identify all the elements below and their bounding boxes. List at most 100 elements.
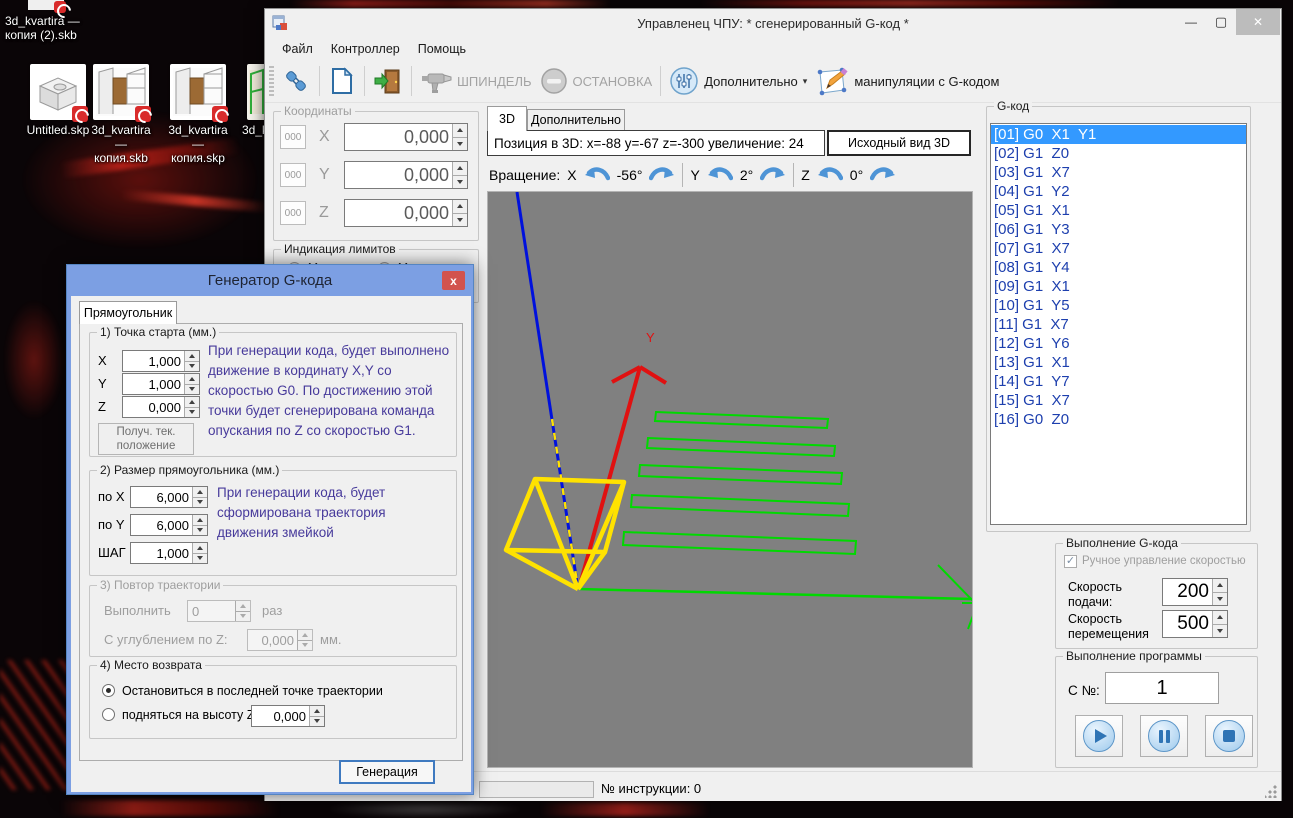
- spin-down-icon[interactable]: [193, 496, 207, 507]
- gcode-row[interactable]: [14] G1 Y7: [991, 372, 1246, 391]
- run-button[interactable]: [1075, 715, 1123, 757]
- new-file-button[interactable]: [324, 63, 360, 99]
- spin-up-icon[interactable]: [310, 706, 324, 716]
- minimize-button[interactable]: —: [1176, 9, 1206, 35]
- coord-z-spinner[interactable]: 0,000: [344, 199, 468, 227]
- spin-buttons[interactable]: [1212, 579, 1227, 605]
- rotate-ccw-icon[interactable]: [584, 165, 610, 185]
- spin-down-icon[interactable]: [453, 136, 467, 150]
- desktop-file-top[interactable]: 3d_kvartira — копия (2).skb: [2, 0, 92, 42]
- size-y-spinner[interactable]: 6,000: [130, 514, 208, 536]
- rotate-cw-icon[interactable]: [869, 165, 896, 185]
- gcode-row[interactable]: [13] G1 X1: [991, 353, 1246, 372]
- connect-button[interactable]: [277, 63, 315, 99]
- zero-x-button[interactable]: 000: [280, 125, 306, 149]
- spin-buttons[interactable]: [452, 162, 467, 188]
- move-speed-spinner[interactable]: 500: [1162, 610, 1228, 638]
- viewport-3d[interactable]: Y: [487, 191, 978, 768]
- rotate-cw-icon[interactable]: [759, 165, 786, 185]
- menu-controller[interactable]: Контроллер: [322, 39, 409, 59]
- desktop-icon-kvartira-skb[interactable]: 3d_kvartira — копия.skb: [88, 64, 154, 165]
- spin-buttons[interactable]: [192, 487, 207, 507]
- spin-buttons[interactable]: [452, 124, 467, 150]
- zero-z-button[interactable]: 000: [280, 201, 306, 225]
- feed-speed-spinner[interactable]: 200: [1162, 578, 1228, 606]
- rotate-cw-icon[interactable]: [649, 165, 675, 185]
- tab-rectangle[interactable]: Прямоугольник: [79, 301, 177, 324]
- start-z-spinner[interactable]: 0,000: [122, 396, 200, 418]
- gcode-row[interactable]: [05] G1 X1: [991, 201, 1246, 220]
- rotate-ccw-icon[interactable]: [707, 165, 734, 185]
- dialog-titlebar[interactable]: Генератор G-кода: [67, 265, 473, 296]
- spin-down-icon[interactable]: [453, 212, 467, 226]
- spin-buttons[interactable]: [309, 706, 324, 726]
- spin-buttons[interactable]: [192, 543, 207, 563]
- zero-y-button[interactable]: 000: [280, 163, 306, 187]
- exit-button[interactable]: [369, 63, 407, 99]
- desktop-icon-kvartira-skp[interactable]: 3d_kvartira — копия.skp: [165, 64, 231, 165]
- raise-to-height-radio[interactable]: [102, 708, 115, 721]
- reset-view-button[interactable]: Исходный вид 3D: [827, 130, 971, 156]
- spin-buttons[interactable]: [184, 374, 199, 394]
- menu-file[interactable]: Файл: [273, 39, 322, 59]
- step-spinner[interactable]: 1,000: [130, 542, 208, 564]
- gcode-row[interactable]: [11] G1 X7: [991, 315, 1246, 334]
- spin-up-icon[interactable]: [185, 397, 199, 407]
- gcode-row[interactable]: [10] G1 Y5: [991, 296, 1246, 315]
- spin-up-icon[interactable]: [193, 487, 207, 497]
- gcode-row[interactable]: [07] G1 X7: [991, 239, 1246, 258]
- spin-down-icon[interactable]: [453, 174, 467, 188]
- generate-button[interactable]: Генерация: [339, 760, 435, 784]
- spin-up-icon[interactable]: [193, 515, 207, 525]
- size-x-spinner[interactable]: 6,000: [130, 486, 208, 508]
- spin-up-icon[interactable]: [453, 124, 467, 137]
- spin-down-icon[interactable]: [193, 552, 207, 563]
- spin-up-icon[interactable]: [1213, 611, 1227, 624]
- coord-y-spinner[interactable]: 0,000: [344, 161, 468, 189]
- spin-down-icon[interactable]: [310, 715, 324, 726]
- toolbar-grip[interactable]: [269, 66, 274, 96]
- extra-dropdown-button[interactable]: Дополнительно ▾: [665, 63, 811, 99]
- spin-down-icon[interactable]: [1213, 623, 1227, 637]
- gcode-row[interactable]: [01] G0 X1 Y1: [991, 125, 1246, 144]
- maximize-button[interactable]: ▢: [1206, 9, 1236, 35]
- spin-buttons[interactable]: [1212, 611, 1227, 637]
- spin-up-icon[interactable]: [185, 374, 199, 384]
- gcode-row[interactable]: [06] G1 Y3: [991, 220, 1246, 239]
- start-y-spinner[interactable]: 1,000: [122, 373, 200, 395]
- dialog-close-button[interactable]: x: [442, 271, 465, 290]
- spin-down-icon[interactable]: [185, 406, 199, 417]
- stop-at-last-point-radio[interactable]: [102, 684, 115, 697]
- spin-up-icon[interactable]: [453, 200, 467, 213]
- stop-exec-button[interactable]: [1205, 715, 1253, 757]
- rotate-ccw-icon[interactable]: [817, 165, 844, 185]
- pause-button[interactable]: [1140, 715, 1188, 757]
- spin-buttons[interactable]: [452, 200, 467, 226]
- desktop-icon-untitled[interactable]: Untitled.skp: [25, 64, 91, 137]
- spin-down-icon[interactable]: [185, 383, 199, 394]
- spin-down-icon[interactable]: [193, 524, 207, 535]
- from-number-field[interactable]: 1: [1105, 672, 1219, 704]
- spindle-button[interactable]: ШПИНДЕЛЬ: [416, 64, 536, 98]
- get-position-button[interactable]: Получ. тек. положение: [98, 423, 194, 455]
- tab-additional[interactable]: Дополнительно: [527, 109, 625, 131]
- spin-down-icon[interactable]: [1213, 591, 1227, 605]
- gcode-row[interactable]: [12] G1 Y6: [991, 334, 1246, 353]
- spin-up-icon[interactable]: [1213, 579, 1227, 592]
- coord-x-spinner[interactable]: 0,000: [344, 123, 468, 151]
- gcode-row[interactable]: [03] G1 X7: [991, 163, 1246, 182]
- spin-up-icon[interactable]: [453, 162, 467, 175]
- raise-height-spinner[interactable]: 0,000: [251, 705, 325, 727]
- spin-buttons[interactable]: [192, 515, 207, 535]
- spin-up-icon[interactable]: [193, 543, 207, 553]
- resize-grip[interactable]: [1265, 785, 1278, 798]
- gcode-row[interactable]: [09] G1 X1: [991, 277, 1246, 296]
- gcode-row[interactable]: [16] G0 Z0: [991, 410, 1246, 429]
- spin-down-icon[interactable]: [185, 360, 199, 371]
- spin-up-icon[interactable]: [185, 351, 199, 361]
- spin-buttons[interactable]: [184, 397, 199, 417]
- menu-help[interactable]: Помощь: [409, 39, 475, 59]
- stop-button[interactable]: ОСТАНОВКА: [536, 64, 657, 98]
- gcode-list[interactable]: [01] G0 X1 Y1 [02] G1 Z0 [03] G1 X7 [04]…: [990, 123, 1247, 525]
- gcode-manip-button[interactable]: манипуляции с G-кодом: [811, 63, 1003, 99]
